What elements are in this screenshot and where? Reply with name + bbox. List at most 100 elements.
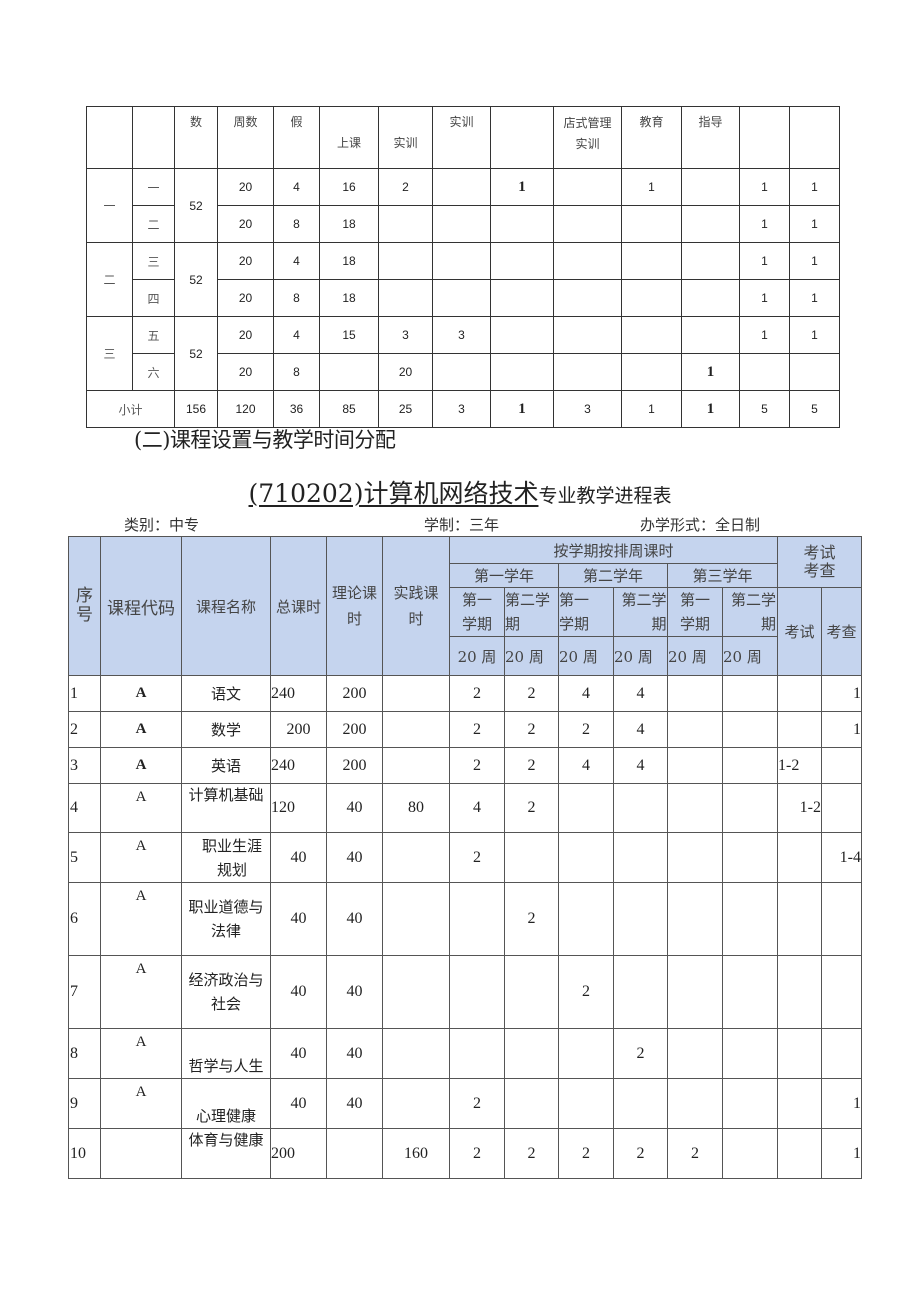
exam-terms: 1-2: [777, 747, 822, 784]
value-cell: [490, 353, 554, 391]
term-hours: 2: [449, 832, 505, 883]
subtotal-cell: 85: [319, 390, 379, 428]
exam-terms: [777, 955, 822, 1029]
theory-hours: 200: [326, 747, 383, 784]
term-hours: [667, 783, 723, 833]
term-hours: [722, 1078, 778, 1129]
term-hours: 4: [613, 675, 668, 712]
course-name: 职业生涯规划: [181, 832, 271, 883]
title-program-code: (710202)计算机网络技术: [248, 479, 539, 508]
value-cell: [378, 279, 433, 317]
value-cell: [378, 242, 433, 280]
course-row: 9 A 心理健康 40 40 2 1: [68, 1078, 862, 1129]
value-cell: [553, 205, 622, 243]
course-row: 1 A 语文 240 200 2 2 4 4 1: [68, 675, 862, 712]
subtotal-cell: 25: [378, 390, 433, 428]
value-cell: [490, 205, 554, 243]
practice-hours: [382, 882, 450, 956]
term-hours: [722, 675, 778, 712]
header-cell: 店式管理实训: [553, 106, 622, 169]
value-cell: 15: [319, 316, 379, 354]
term-hours: [613, 955, 668, 1029]
term-hours: 2: [667, 1128, 723, 1179]
course-row: 10 体育与健康 200 160 2 2 2 2 2 1: [68, 1128, 862, 1179]
header-term: 第二学期: [504, 587, 559, 637]
duration-label: 学制：三年: [424, 516, 500, 534]
value-cell: [432, 353, 491, 391]
theory-hours: 40: [326, 882, 383, 956]
term-hours: 4: [558, 747, 614, 784]
value-cell: 18: [319, 242, 379, 280]
header-term-text: 第二学期: [730, 591, 776, 633]
term-hours: 2: [449, 675, 505, 712]
header-cell: 实训: [378, 106, 433, 169]
year-total-cell: 52: [174, 316, 218, 391]
term-hours: [667, 1028, 723, 1079]
term-hours: [722, 882, 778, 956]
term-hours: [667, 1078, 723, 1129]
check-terms: [821, 747, 862, 784]
value-cell: 1: [739, 168, 790, 206]
header-index: 序号: [68, 536, 101, 676]
value-cell: [432, 242, 491, 280]
course-code: A: [100, 832, 182, 883]
value-cell: [621, 316, 682, 354]
course-index: 2: [68, 711, 101, 748]
header-term: 第一学期: [667, 587, 723, 637]
subtotal-cell: 3: [432, 390, 491, 428]
term-hours: [722, 1128, 778, 1179]
value-cell: [621, 205, 682, 243]
subtotal-cell: 5: [789, 390, 840, 428]
practice-hours: [382, 711, 450, 748]
term-hours: [667, 675, 723, 712]
term-hours: [449, 1028, 505, 1079]
subtotal-row: 小计 156 120 36 85 25 3 1 3 1 1 5 5: [86, 390, 840, 428]
term-hours: [504, 832, 559, 883]
theory-hours: 200: [326, 675, 383, 712]
value-cell: [319, 353, 379, 391]
value-cell: [621, 242, 682, 280]
value-cell: 2: [378, 168, 433, 206]
value-cell: 20: [217, 316, 274, 354]
header-total-hours: 总课时: [270, 536, 327, 676]
course-code: A: [100, 1028, 182, 1079]
value-cell: [681, 316, 740, 354]
teaching-schedule-table: 序号 课程代码 课程名称 总课时 理论课时 实践课时 按学期按排周课时 考试考查…: [68, 536, 862, 1179]
value-cell: [378, 205, 433, 243]
term-hours: [613, 783, 668, 833]
term-hours: 4: [449, 783, 505, 833]
value-cell: 20: [378, 353, 433, 391]
term-hours: 2: [558, 955, 614, 1029]
header-term-text: 第二学期: [621, 591, 667, 633]
year-cell: 一: [86, 168, 133, 243]
course-name: 计算机基础: [181, 783, 271, 833]
exam-terms: [777, 1078, 822, 1129]
header-weeks: 20 周: [667, 636, 723, 676]
header-term-text: 第二学期: [505, 591, 551, 633]
course-code: A: [100, 882, 182, 956]
header-cell: 上课: [319, 106, 379, 169]
term-cell: 四: [132, 279, 175, 317]
total-hours: 200: [270, 711, 327, 748]
theory-hours: 40: [326, 955, 383, 1029]
value-cell: [553, 279, 622, 317]
subtotal-cell: 1: [621, 390, 682, 428]
exam-terms: [777, 1028, 822, 1079]
course-index: 1: [68, 675, 101, 712]
value-cell: 20: [217, 353, 274, 391]
value-cell: [681, 205, 740, 243]
theory-hours: 40: [326, 1078, 383, 1129]
practice-hours: [382, 832, 450, 883]
check-terms: [821, 882, 862, 956]
section-heading: (二)课程设置与教学时间分配: [134, 428, 396, 452]
check-terms: 1-4: [821, 832, 862, 883]
term-hours: 4: [613, 747, 668, 784]
header-cell: [86, 106, 133, 169]
term-hours: [449, 882, 505, 956]
header-weeks: 20 周: [722, 636, 778, 676]
exam-terms: [777, 832, 822, 883]
value-cell: 3: [378, 316, 433, 354]
value-cell: 20: [217, 242, 274, 280]
header-exam-group: 考试考查: [777, 536, 862, 588]
term-hours: [558, 1078, 614, 1129]
